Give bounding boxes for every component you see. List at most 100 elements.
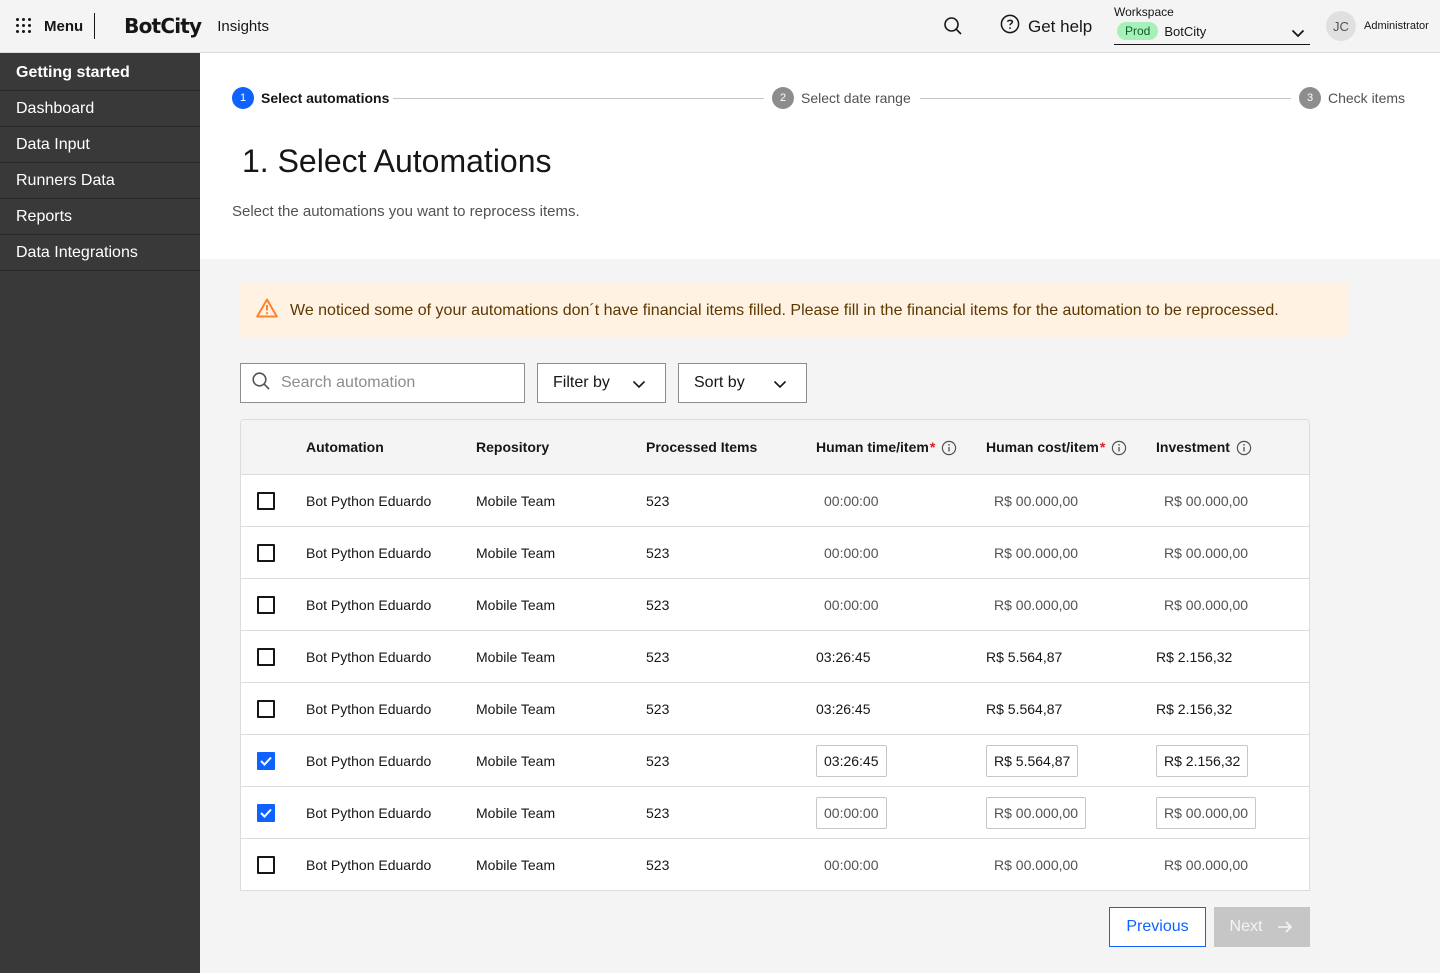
cell-automation: Bot Python Eduardo — [306, 579, 431, 631]
cell-processed-items-value: 523 — [646, 701, 670, 717]
cell-human-time-value: 00:00:00 — [824, 857, 879, 873]
table-row[interactable]: Bot Python Eduardo Mobile Team 523 03:26:45… — [241, 683, 1309, 735]
table-row[interactable]: Bot Python Eduardo Mobile Team 523 00:00:00… — [241, 527, 1309, 579]
cell-human-cost-value: R$ 00.000,00 — [994, 857, 1079, 873]
workspace-select[interactable]: Workspace Prod BotCity — [1114, 5, 1310, 45]
required-marker: * — [1099, 439, 1106, 455]
cell-investment: R$ 00.000,00 — [1156, 579, 1248, 631]
column-label: Investment — [1156, 439, 1230, 455]
cell-processed-items: 523 — [646, 631, 669, 683]
sidebar-item-reports[interactable]: Reports — [0, 199, 200, 235]
cell-automation-value: Bot Python Eduardo — [306, 805, 432, 821]
column-header-repository[interactable]: Repository — [476, 420, 549, 475]
cell-processed-items-value: 523 — [646, 805, 670, 821]
sidebar-item-runners-data[interactable]: Runners Data — [0, 163, 200, 199]
checkmark-icon — [260, 808, 272, 818]
cell-human-cost-value: R$ 5.564,87 — [986, 649, 1063, 665]
cell-automation: Bot Python Eduardo — [306, 527, 431, 579]
cell-processed-items: 523 — [646, 735, 669, 787]
cell-repository: Mobile Team — [476, 579, 555, 631]
cell-processed-items-value: 523 — [646, 649, 670, 665]
table-row[interactable]: Bot Python Eduardo Mobile Team 523 00:00:00… — [241, 787, 1309, 839]
table-row[interactable]: Bot Python Eduardo Mobile Team 523 00:00:00… — [241, 839, 1309, 890]
cell-processed-items: 523 — [646, 475, 669, 527]
filter-by-dropdown[interactable]: Filter by — [537, 363, 666, 403]
cell-human-time: 00:00:00 — [816, 787, 887, 839]
page-title: 1. Select Automations — [242, 143, 552, 179]
progress-stepper: 1 Select automations 2 Select date range… — [232, 87, 1410, 111]
botcity-logo[interactable]: BotCity — [124, 14, 202, 38]
column-header-human-cost[interactable]: Human cost/item * — [986, 420, 1127, 475]
row-checkbox[interactable] — [257, 804, 275, 822]
row-checkbox[interactable] — [257, 700, 275, 718]
row-checkbox[interactable] — [257, 596, 275, 614]
cell-investment: R$ 00.000,00 — [1156, 839, 1249, 890]
page-subtitle: Select the automations you want to repro… — [232, 203, 580, 220]
cell-investment-value[interactable]: R$ 2.156,32 — [1156, 745, 1249, 777]
cell-investment-value[interactable]: R$ 00.000,00 — [1156, 797, 1257, 829]
previous-button[interactable]: Previous — [1109, 907, 1206, 947]
cell-investment-value: R$ 00.000,00 — [1164, 857, 1249, 873]
page-header-section: 1 Select automations 2 Select date range… — [200, 53, 1440, 259]
table-row[interactable]: Bot Python Eduardo Mobile Team 523 00:00:00… — [241, 475, 1309, 527]
cell-repository-value: Mobile Team — [476, 545, 556, 561]
step-select-automations[interactable]: 1 Select automations — [232, 87, 389, 109]
get-help-button[interactable]: Get help — [1000, 14, 1092, 39]
column-header-automation[interactable]: Automation — [306, 420, 384, 475]
column-header-human-time[interactable]: Human time/item * — [816, 420, 957, 475]
info-icon[interactable] — [1236, 440, 1252, 456]
cell-human-time-value[interactable]: 00:00:00 — [816, 797, 887, 829]
cell-human-time: 00:00:00 — [816, 579, 879, 631]
cell-human-cost-value[interactable]: R$ 00.000,00 — [986, 797, 1087, 829]
cell-human-time-value[interactable]: 03:26:45 — [816, 745, 887, 777]
column-header-processed-items[interactable]: Processed Items — [646, 420, 757, 475]
cell-processed-items: 523 — [646, 579, 669, 631]
cell-human-cost: R$ 5.564,87 — [986, 683, 1062, 735]
sidebar-item-dashboard[interactable]: Dashboard — [0, 91, 200, 127]
table-row[interactable]: Bot Python Eduardo Mobile Team 523 03:26:45… — [241, 735, 1309, 787]
warning-text: We noticed some of your automations don´… — [290, 301, 1279, 319]
info-icon[interactable] — [941, 440, 957, 456]
step-label: Select date range — [801, 90, 911, 106]
search-automation-input[interactable] — [281, 374, 511, 392]
step-check-items[interactable]: 3 Check items — [1299, 87, 1405, 109]
row-checkbox[interactable] — [257, 492, 275, 510]
cell-investment-value: R$ 00.000,00 — [1164, 545, 1249, 561]
cell-human-time: 00:00:00 — [816, 527, 879, 579]
menu-button[interactable]: Menu — [0, 14, 83, 38]
cell-investment-value: R$ 2.156,32 — [1156, 649, 1233, 665]
cell-human-cost-value[interactable]: R$ 5.564,87 — [986, 745, 1079, 777]
cell-automation-value: Bot Python Eduardo — [306, 493, 432, 509]
info-icon[interactable] — [1111, 440, 1127, 456]
row-checkbox[interactable] — [257, 856, 275, 874]
table-row[interactable]: Bot Python Eduardo Mobile Team 523 00:00:00… — [241, 579, 1309, 631]
search-automation-field[interactable] — [240, 363, 525, 403]
cell-investment: R$ 00.000,00 — [1156, 475, 1248, 527]
sidebar-item-getting-started[interactable]: Getting started — [0, 53, 200, 91]
step-number: 3 — [1299, 87, 1321, 109]
column-header-investment[interactable]: Investment — [1156, 420, 1252, 475]
row-checkbox[interactable] — [257, 544, 275, 562]
next-button[interactable]: Next — [1214, 907, 1310, 947]
avatar[interactable]: JC — [1326, 11, 1356, 41]
step-connector — [393, 98, 764, 99]
menu-label: Menu — [44, 17, 84, 35]
sidebar-item-data-integrations[interactable]: Data Integrations — [0, 235, 200, 271]
step-select-date-range[interactable]: 2 Select date range — [772, 87, 911, 109]
warning-notification: We noticed some of your automations don´… — [240, 283, 1348, 338]
cell-repository-value: Mobile Team — [476, 805, 556, 821]
row-checkbox[interactable] — [257, 648, 275, 666]
cell-human-time: 00:00:00 — [816, 475, 879, 527]
cell-repository-value: Mobile Team — [476, 597, 556, 613]
cell-human-cost-value: R$ 00.000,00 — [994, 597, 1079, 613]
row-checkbox[interactable] — [257, 752, 275, 770]
cell-automation-value: Bot Python Eduardo — [306, 545, 432, 561]
cell-human-cost: R$ 00.000,00 — [986, 475, 1078, 527]
sidebar-item-data-input[interactable]: Data Input — [0, 127, 200, 163]
table-row[interactable]: Bot Python Eduardo Mobile Team 523 03:26:45… — [241, 631, 1309, 683]
column-label: Human cost/item — [986, 439, 1099, 455]
sort-by-dropdown[interactable]: Sort by — [678, 363, 807, 403]
cell-automation: Bot Python Eduardo — [306, 631, 431, 683]
search-icon[interactable] — [941, 14, 965, 38]
column-label: Repository — [476, 439, 550, 455]
